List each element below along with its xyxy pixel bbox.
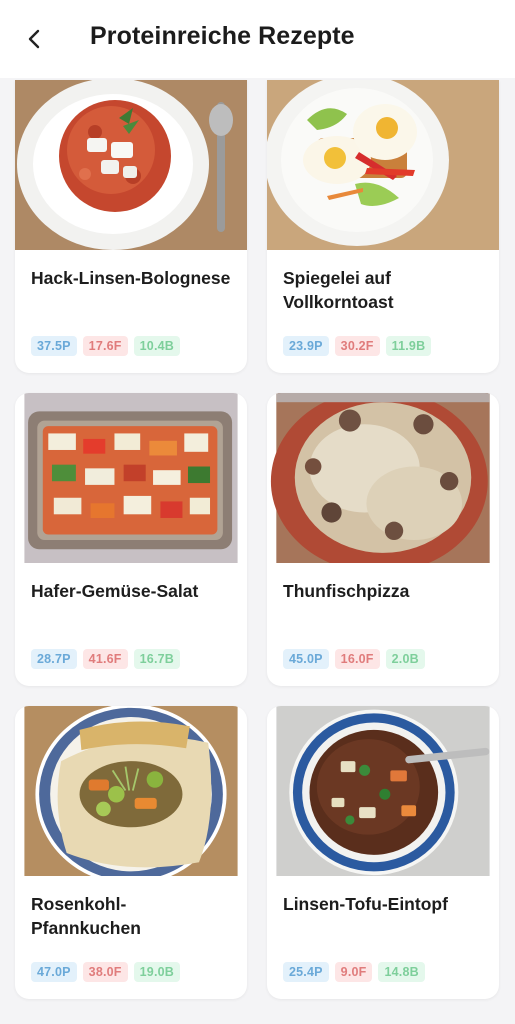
fat-badge: 30.2F	[334, 336, 380, 356]
carbs-badge: 14.8B	[378, 962, 425, 982]
chevron-left-icon	[28, 29, 40, 49]
carbs-badge: 19.0B	[133, 962, 180, 982]
macro-badges: 47.0P 38.0F 19.0B	[31, 962, 180, 982]
recipe-image	[24, 393, 238, 563]
protein-badge: 45.0P	[283, 649, 329, 669]
recipe-title: Thunfischpizza	[283, 581, 410, 601]
protein-badge: 23.9P	[283, 336, 329, 356]
fat-badge: 17.6F	[82, 336, 128, 356]
recipe-image	[24, 706, 238, 876]
recipe-card[interactable]: Linsen-Tofu-Eintopf 25.4P 9.0F 14.8B	[267, 706, 499, 999]
recipe-image	[276, 706, 490, 876]
fat-badge: 16.0F	[334, 649, 380, 669]
protein-badge: 25.4P	[283, 962, 329, 982]
carbs-badge: 11.9B	[385, 336, 432, 356]
recipe-card[interactable]: Hack-Linsen-Bolognese 37.5P 17.6F 10.4B	[15, 80, 247, 373]
recipe-card[interactable]: Rosenkohl-Pfannkuchen 47.0P 38.0F 19.0B	[15, 706, 247, 999]
recipe-title: Hafer-Gemüse-Salat	[31, 581, 199, 601]
recipe-title: Rosenkohl-Pfannkuchen	[31, 894, 141, 938]
recipe-card[interactable]: Spiegelei auf Vollkorntoast 23.9P 30.2F …	[267, 80, 499, 373]
fat-badge: 38.0F	[82, 962, 128, 982]
recipe-image	[267, 80, 499, 250]
carbs-badge: 16.7B	[133, 649, 180, 669]
carbs-badge: 10.4B	[133, 336, 180, 356]
app-root: Proteinreiche Rezepte Hack-Linsen-Bologn…	[0, 0, 515, 1024]
macro-badges: 25.4P 9.0F 14.8B	[283, 962, 425, 982]
recipe-card[interactable]: Hafer-Gemüse-Salat 28.7P 41.6F 16.7B	[15, 393, 247, 686]
macro-badges: 28.7P 41.6F 16.7B	[31, 649, 180, 669]
carbs-badge: 2.0B	[385, 649, 425, 669]
recipe-image	[15, 80, 247, 250]
recipe-card[interactable]: Thunfischpizza 45.0P 16.0F 2.0B	[267, 393, 499, 686]
recipe-title: Linsen-Tofu-Eintopf	[283, 894, 448, 914]
recipe-grid: Hack-Linsen-Bolognese 37.5P 17.6F 10.4B	[15, 80, 501, 999]
recipe-image	[270, 393, 490, 563]
fat-badge: 9.0F	[334, 962, 373, 982]
protein-badge: 47.0P	[31, 962, 77, 982]
protein-badge: 37.5P	[31, 336, 77, 356]
top-app-bar: Proteinreiche Rezepte	[0, 0, 515, 78]
macro-badges: 23.9P 30.2F 11.9B	[283, 336, 432, 356]
protein-badge: 28.7P	[31, 649, 77, 669]
fat-badge: 41.6F	[82, 649, 128, 669]
recipe-title: Spiegelei auf Vollkorntoast	[283, 268, 394, 312]
macro-badges: 37.5P 17.6F 10.4B	[31, 336, 180, 356]
recipe-title: Hack-Linsen-Bolognese	[31, 268, 231, 288]
page-title: Proteinreiche Rezepte	[90, 22, 355, 50]
macro-badges: 45.0P 16.0F 2.0B	[283, 649, 425, 669]
back-button[interactable]	[18, 22, 52, 56]
